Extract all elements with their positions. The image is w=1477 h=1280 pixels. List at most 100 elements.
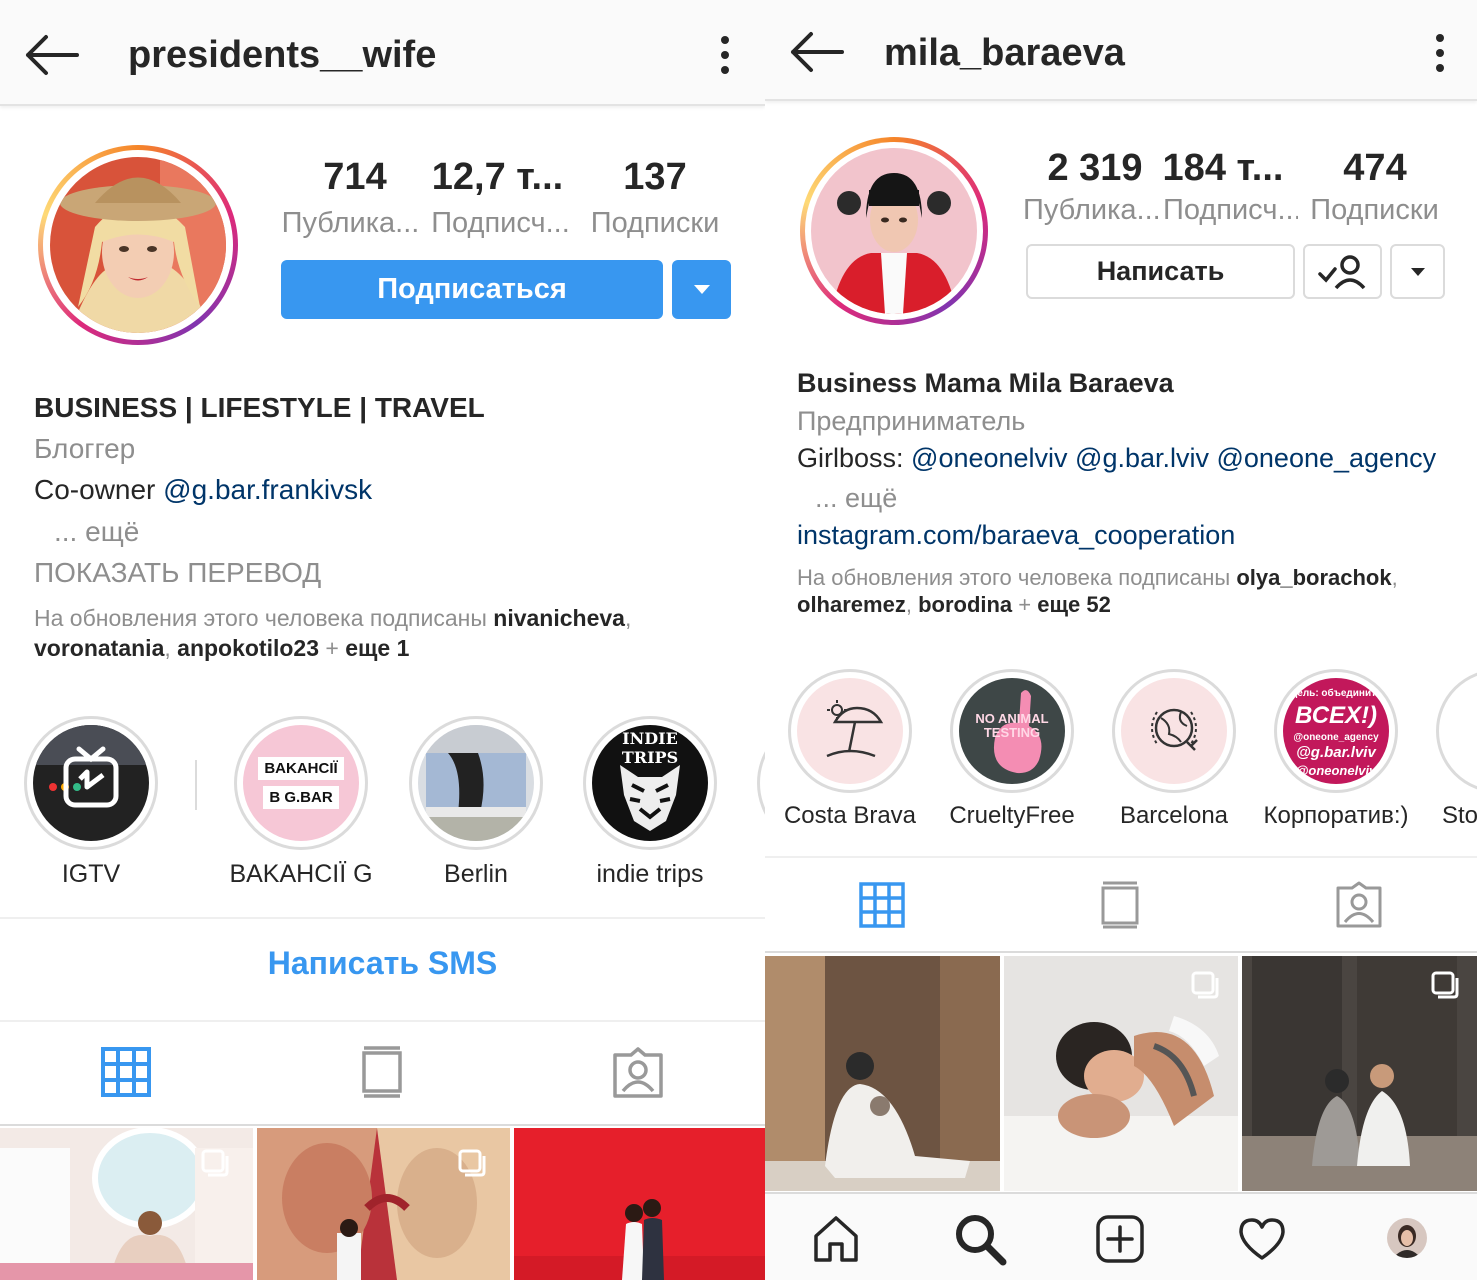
- post-thumbnail[interactable]: [1004, 956, 1238, 1191]
- posts-label[interactable]: Публика...: [278, 207, 423, 240]
- more-vertical-icon[interactable]: [710, 30, 740, 80]
- left-profile-panel: presidents__wife 714 Публика... 12,7 т..…: [0, 0, 765, 1280]
- followed-by-separator: ,: [1391, 565, 1398, 590]
- followed-by-more[interactable]: еще 52: [1037, 592, 1111, 617]
- send-sms-button[interactable]: Написать SMS: [0, 945, 765, 982]
- followed-by-separator: +: [1012, 592, 1038, 617]
- following-button[interactable]: [1303, 244, 1382, 299]
- website-link[interactable]: instagram.com/baraeva_cooperation: [797, 520, 1235, 551]
- heart-icon[interactable]: [1237, 1216, 1287, 1262]
- highlight-label: Barcelona: [1119, 802, 1229, 829]
- add-icon[interactable]: [1095, 1214, 1145, 1264]
- followers-label[interactable]: Подписч...: [1163, 194, 1298, 227]
- grid-icon[interactable]: [101, 1047, 151, 1097]
- highlight-divider: [195, 760, 197, 810]
- posts-count[interactable]: 2 319: [1035, 147, 1155, 190]
- bio-more-link[interactable]: ... ещё: [54, 516, 139, 548]
- followers-count[interactable]: 184 т...: [1158, 147, 1288, 190]
- bio-more-link[interactable]: ... ещё: [815, 483, 897, 514]
- followed-by-user[interactable]: nivanicheva: [493, 605, 625, 631]
- bottom-nav: [765, 1192, 1477, 1280]
- following-count[interactable]: 474: [1325, 147, 1425, 190]
- tagged-icon[interactable]: [1335, 881, 1383, 929]
- post-thumbnail[interactable]: [0, 1128, 253, 1280]
- beach-umbrella-icon: [826, 700, 884, 758]
- follow-button[interactable]: Подписаться: [281, 260, 663, 319]
- highlight-image-text: Цель: объединить: [1289, 688, 1383, 699]
- show-translation-link[interactable]: ПОКАЗАТЬ ПЕРЕВОД: [34, 557, 321, 589]
- highlight-image-text: B G.BAR: [263, 786, 339, 809]
- igtv-icon[interactable]: [1100, 880, 1140, 930]
- more-vertical-icon[interactable]: [1425, 28, 1455, 78]
- message-button[interactable]: Написать: [1026, 244, 1295, 299]
- igtv-icon[interactable]: [360, 1045, 404, 1099]
- followed-by-line2[interactable]: olharemez, borodina + еще 52: [797, 592, 1111, 618]
- followed-by-line1[interactable]: На обновления этого человека подписаны n…: [34, 605, 631, 632]
- multi-post-icon: [458, 1149, 486, 1177]
- post-image: [765, 956, 1000, 1191]
- followed-by-user[interactable]: olya_borachok: [1236, 565, 1391, 590]
- posts-label[interactable]: Публика...: [1023, 194, 1158, 227]
- followed-by-line2[interactable]: voronatania, anpokotilo23 + еще 1: [34, 635, 409, 662]
- highlight-label: indie trips: [596, 860, 704, 888]
- profile-name: Business Mama Mila Baraeva: [797, 368, 1174, 398]
- back-arrow-icon[interactable]: [22, 30, 82, 80]
- avatar[interactable]: [800, 137, 988, 325]
- followed-by-user[interactable]: anpokotilo23: [177, 635, 319, 661]
- followed-by-line1[interactable]: На обновления этого человека подписаны o…: [797, 565, 1398, 591]
- following-label[interactable]: Подписки: [1307, 194, 1442, 227]
- divider: [765, 951, 1477, 953]
- profile-avatar-image: [1387, 1218, 1427, 1258]
- highlight-label: Berlin: [444, 860, 508, 888]
- followers-label[interactable]: Подписч...: [428, 207, 573, 240]
- avatar-photo: [811, 148, 977, 314]
- tagged-icon[interactable]: [612, 1047, 664, 1099]
- profile-avatar-icon[interactable]: [1387, 1218, 1427, 1258]
- grid-icon[interactable]: [859, 882, 905, 928]
- search-icon[interactable]: [953, 1212, 1007, 1266]
- back-arrow-icon[interactable]: [787, 27, 847, 77]
- home-icon[interactable]: [811, 1214, 861, 1264]
- highlight-image-text: BAKAHCIÏ: [258, 757, 344, 780]
- highlight-image-text: @g.bar.lviv: [1296, 744, 1376, 761]
- tiger-graphic: [620, 765, 680, 831]
- bio-line: Co-owner @g.bar.frankivsk: [34, 474, 372, 506]
- following-label[interactable]: Подписки: [585, 207, 725, 240]
- suggestions-dropdown-button[interactable]: [1390, 244, 1445, 299]
- highlight-label: Корпоратив:): [1263, 802, 1409, 829]
- avatar[interactable]: [38, 145, 238, 345]
- bio-line: Girlboss: @oneonelviv @g.bar.lviv @oneon…: [797, 443, 1436, 474]
- highlight-image-text: ВСЕХ!): [1294, 702, 1378, 729]
- berlin-thumbnail: [418, 725, 534, 841]
- highlight-partial[interactable]: [757, 716, 765, 850]
- top-bar: mila_baraeva: [765, 0, 1477, 101]
- post-image: [514, 1128, 765, 1280]
- highlight-image-text: NO ANIMAL TESTING: [975, 711, 1049, 740]
- highlight-label: Sto: [1442, 802, 1477, 829]
- post-thumbnail[interactable]: [514, 1128, 765, 1280]
- bio-mention-link[interactable]: @g.bar.frankivsk: [163, 474, 372, 505]
- followed-by-separator: ,: [164, 635, 178, 661]
- post-thumbnail[interactable]: [1242, 956, 1477, 1191]
- following-count[interactable]: 137: [600, 156, 710, 199]
- posts-count[interactable]: 714: [300, 156, 410, 199]
- followed-by-separator: +: [319, 635, 346, 661]
- top-bar: presidents__wife: [0, 0, 765, 106]
- followed-by-user[interactable]: voronatania: [34, 635, 164, 661]
- highlight-label: CrueltyFree: [949, 802, 1075, 829]
- post-thumbnail[interactable]: [257, 1128, 510, 1280]
- followed-by-user[interactable]: borodina: [918, 592, 1012, 617]
- username-title: presidents__wife: [128, 34, 437, 76]
- divider: [0, 917, 765, 919]
- highlight-label: BAKAHCIÏ G: [229, 860, 373, 888]
- followed-by-more[interactable]: еще 1: [345, 635, 409, 661]
- bio-text: Co-owner: [34, 474, 164, 505]
- followed-by-user[interactable]: olharemez: [797, 592, 906, 617]
- right-profile-panel: mila_baraeva 2 319 Публика... 184 т... П…: [765, 0, 1477, 1280]
- suggestions-dropdown-button[interactable]: [672, 260, 731, 319]
- followed-by-text: На обновления этого человека подписаны: [797, 565, 1237, 590]
- post-thumbnail[interactable]: [765, 956, 1000, 1191]
- followed-by-text: На обновления этого человека подписаны: [34, 605, 494, 631]
- followers-count[interactable]: 12,7 т...: [420, 156, 575, 199]
- bio-mention-links[interactable]: @oneonelviv @g.bar.lviv @oneone_agency: [911, 443, 1436, 473]
